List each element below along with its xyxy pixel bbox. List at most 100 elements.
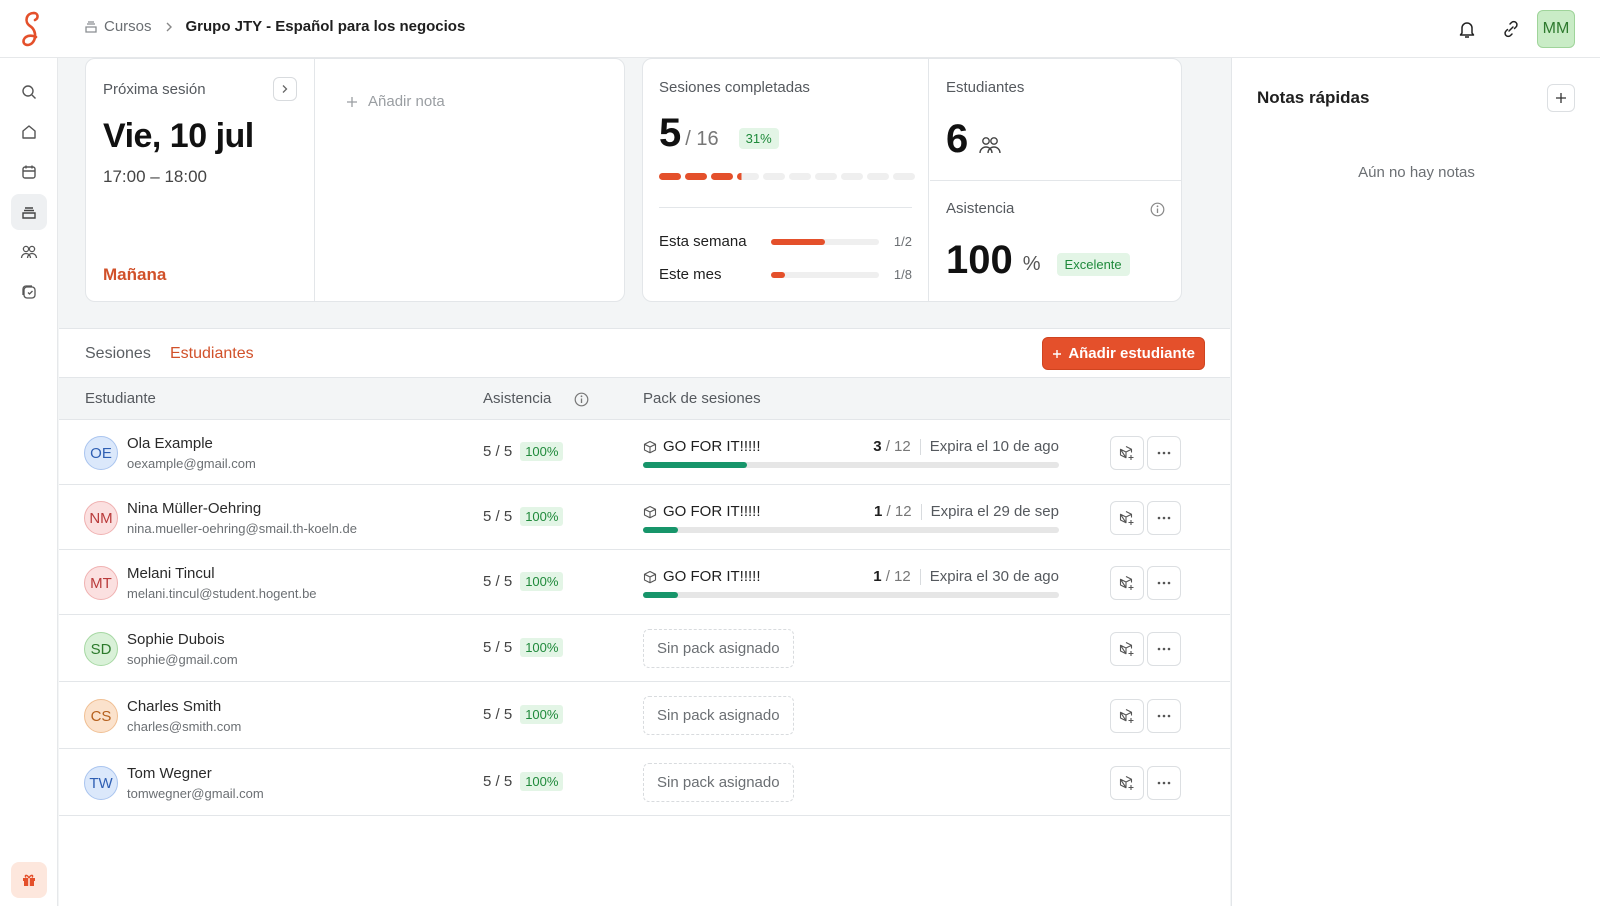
package-add-icon	[1119, 709, 1134, 723]
package-add-icon	[1119, 446, 1134, 460]
table-row[interactable]: CS Charles Smith charles@smith.com 5 / 5…	[59, 683, 1230, 749]
student-name[interactable]: Tom Wegner	[127, 765, 212, 782]
user-avatar[interactable]: MM	[1537, 10, 1575, 48]
tab-students[interactable]: Estudiantes	[170, 345, 254, 379]
info-icon[interactable]	[1150, 202, 1165, 217]
link-icon[interactable]	[1500, 18, 1522, 40]
home-icon[interactable]	[11, 114, 47, 150]
avatar: MT	[84, 566, 118, 600]
student-attendance: 5 / 5 100%	[483, 572, 564, 591]
no-pack-placeholder[interactable]: Sin pack asignado	[643, 763, 794, 802]
tab-sessions[interactable]: Sesiones	[85, 345, 151, 377]
assign-pack-button[interactable]	[1110, 566, 1144, 600]
sessions-progress-segments	[659, 173, 915, 180]
assign-pack-button[interactable]	[1110, 766, 1144, 800]
breadcrumb-courses[interactable]: Cursos	[84, 18, 152, 35]
attendance-count: 5 / 5	[483, 508, 513, 525]
breadcrumb-courses-label: Cursos	[104, 18, 152, 35]
more-options-button[interactable]	[1147, 566, 1181, 600]
search-icon[interactable]	[11, 74, 47, 110]
next-session-time: 17:00 – 18:00	[103, 167, 207, 186]
progress-segment	[659, 173, 681, 180]
progress-segment	[711, 173, 733, 180]
session-pack-info: GO FOR IT!!!!! 3 / 12 Expira el 10 de ag…	[643, 438, 1059, 455]
table-row[interactable]: SD Sophie Dubois sophie@gmail.com 5 / 5 1…	[59, 616, 1230, 682]
month-value: 1/8	[893, 267, 912, 282]
pack-name: GO FOR IT!!!!!	[663, 568, 761, 585]
add-student-label: Añadir estudiante	[1068, 345, 1195, 362]
table-row[interactable]: MT Melani Tincul melani.tincul@student.h…	[59, 551, 1230, 615]
plus-icon	[1053, 349, 1062, 358]
student-email: oexample@gmail.com	[127, 456, 256, 471]
sessions-completed-title: Sesiones completadas	[659, 79, 810, 96]
avatar: OE	[84, 436, 118, 470]
progress-segment	[789, 173, 811, 180]
student-name[interactable]: Nina Müller-Oehring	[127, 500, 261, 517]
assign-pack-button[interactable]	[1110, 436, 1144, 470]
add-student-button[interactable]: Añadir estudiante	[1042, 337, 1205, 370]
quick-notes-title: Notas rápidas	[1257, 88, 1370, 107]
attendance-count: 5 / 5	[483, 706, 513, 723]
table-row[interactable]: TW Tom Wegner tomwegner@gmail.com 5 / 5 1…	[59, 750, 1230, 816]
attendance-unit: %	[1022, 253, 1041, 275]
attendance-value-row: 100 % Excelente	[946, 238, 1130, 283]
package-icon	[643, 440, 657, 453]
chevron-right-icon	[165, 21, 173, 33]
attendance-percent-badge: 100%	[520, 772, 564, 791]
student-email: melani.tincul@student.hogent.be	[127, 586, 317, 601]
student-attendance: 5 / 5 100%	[483, 507, 564, 526]
courses-icon[interactable]	[11, 194, 47, 230]
no-pack-placeholder[interactable]: Sin pack asignado	[643, 629, 794, 668]
more-icon	[1157, 781, 1171, 785]
add-note-button[interactable]: Añadir nota	[346, 93, 445, 110]
group-icon	[979, 136, 1001, 153]
progress-segment	[841, 173, 863, 180]
top-bar: Cursos Grupo JTY - Español para los nego…	[0, 0, 1600, 58]
packages-icon[interactable]	[11, 274, 47, 310]
calendar-icon[interactable]	[11, 154, 47, 190]
assign-pack-button[interactable]	[1110, 699, 1144, 733]
week-progress-fill	[771, 238, 825, 245]
info-icon[interactable]	[574, 392, 589, 407]
pack-used: 3	[873, 438, 882, 455]
more-options-button[interactable]	[1147, 501, 1181, 535]
students-icon[interactable]	[11, 234, 47, 270]
students-section: Sesiones Estudiantes Añadir estudiante E…	[59, 328, 1230, 906]
more-options-button[interactable]	[1147, 632, 1181, 666]
breadcrumb: Cursos Grupo JTY - Español para los nego…	[84, 18, 465, 35]
students-count-panel: Estudiantes 6	[930, 59, 1181, 181]
table-row[interactable]: OE Ola Example oexample@gmail.com 5 / 5 1…	[59, 421, 1230, 485]
student-name[interactable]: Charles Smith	[127, 698, 221, 715]
more-options-button[interactable]	[1147, 699, 1181, 733]
assign-pack-button[interactable]	[1110, 501, 1144, 535]
package-add-icon	[1119, 642, 1134, 656]
add-quick-note-button[interactable]	[1547, 84, 1575, 112]
student-name[interactable]: Melani Tincul	[127, 565, 215, 582]
table-row[interactable]: NM Nina Müller-Oehring nina.mueller-oehr…	[59, 486, 1230, 550]
next-session-relative: Mañana	[103, 265, 167, 284]
student-name[interactable]: Sophie Dubois	[127, 631, 225, 648]
attendance-badge: Excelente	[1056, 253, 1130, 276]
pack-used: 1	[874, 503, 883, 520]
divider	[919, 568, 921, 585]
more-icon	[1157, 647, 1171, 651]
attendance-value: 100	[946, 238, 1013, 282]
more-options-button[interactable]	[1147, 766, 1181, 800]
divider	[659, 207, 912, 208]
gift-icon[interactable]	[11, 862, 47, 898]
more-icon	[1157, 581, 1171, 585]
assign-pack-button[interactable]	[1110, 632, 1144, 666]
student-name[interactable]: Ola Example	[127, 435, 213, 452]
next-session-card: Próxima sesión Vie, 10 jul 17:00 – 18:00…	[85, 58, 625, 302]
pack-total: / 12	[885, 438, 911, 455]
no-pack-placeholder[interactable]: Sin pack asignado	[643, 696, 794, 735]
pack-used: 1	[873, 568, 882, 585]
more-options-button[interactable]	[1147, 436, 1181, 470]
next-session-open-button[interactable]	[273, 77, 297, 101]
student-attendance: 5 / 5 100%	[483, 705, 564, 724]
bell-icon[interactable]	[1456, 18, 1478, 40]
session-pack[interactable]: GO FOR IT!!!!! 3 / 12 Expira el 10 de ag…	[643, 438, 1059, 468]
session-pack[interactable]: GO FOR IT!!!!! 1 / 12 Expira el 30 de ag…	[643, 568, 1059, 598]
session-pack[interactable]: GO FOR IT!!!!! 1 / 12 Expira el 29 de se…	[643, 503, 1059, 533]
app-logo[interactable]	[18, 10, 42, 48]
